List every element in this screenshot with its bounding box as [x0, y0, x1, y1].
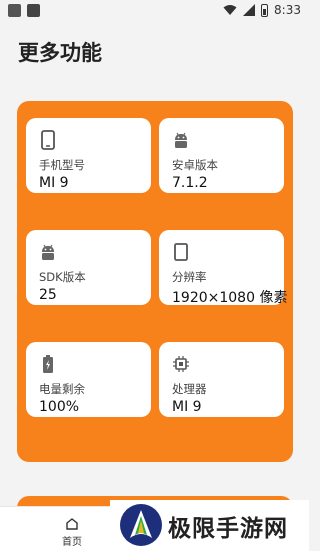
watermark: 极限手游网	[110, 500, 309, 550]
notification-icons	[8, 4, 40, 17]
card-value: MI 9	[172, 399, 202, 415]
status-bar: 8:33	[0, 0, 309, 22]
phone-icon	[41, 130, 55, 150]
card-value: 100%	[39, 399, 80, 415]
device-info-panel: 手机型号 MI 9 安卓版本 7.1.2 SDK版本 25 分辨率 1920×1…	[17, 101, 293, 462]
card-resolution[interactable]: 分辨率 1920×1080 像素	[159, 230, 288, 306]
card-label: 电量剩余	[39, 382, 85, 396]
card-label: 分辨率	[172, 270, 207, 284]
home-icon	[66, 518, 78, 530]
card-processor[interactable]: 处理器 MI 9	[159, 342, 284, 417]
card-label: SDK版本	[39, 270, 86, 284]
nav-home[interactable]: 首页	[52, 517, 92, 548]
android-icon	[42, 244, 54, 260]
card-value: MI 9	[39, 175, 69, 191]
android-icon	[175, 132, 187, 148]
status-time: 8:33	[274, 3, 301, 17]
card-value: 1920×1080 像素	[172, 290, 288, 306]
status-icons: 8:33	[223, 3, 301, 17]
battery-status-icon	[261, 3, 269, 17]
battery-icon	[43, 355, 53, 373]
nav-home-label: 首页	[62, 537, 82, 548]
card-value: 25	[39, 287, 57, 303]
card-label: 安卓版本	[172, 158, 218, 172]
card-battery[interactable]: 电量剩余 100%	[26, 342, 151, 417]
card-sdk-version[interactable]: SDK版本 25	[26, 230, 151, 305]
card-android-version[interactable]: 安卓版本 7.1.2	[159, 118, 284, 193]
wifi-icon	[223, 5, 237, 15]
notification-icon	[8, 4, 21, 17]
card-label: 手机型号	[39, 158, 85, 172]
card-phone-model[interactable]: 手机型号 MI 9	[26, 118, 151, 193]
signal-icon	[243, 4, 256, 16]
card-value: 7.1.2	[172, 175, 208, 191]
watermark-logo	[120, 504, 162, 546]
page-title: 更多功能	[18, 41, 102, 65]
watermark-text: 极限手游网	[168, 515, 288, 542]
screen-icon	[174, 243, 188, 261]
card-label: 处理器	[172, 382, 207, 396]
cpu-icon	[173, 356, 189, 372]
image-notification-icon	[27, 4, 40, 17]
